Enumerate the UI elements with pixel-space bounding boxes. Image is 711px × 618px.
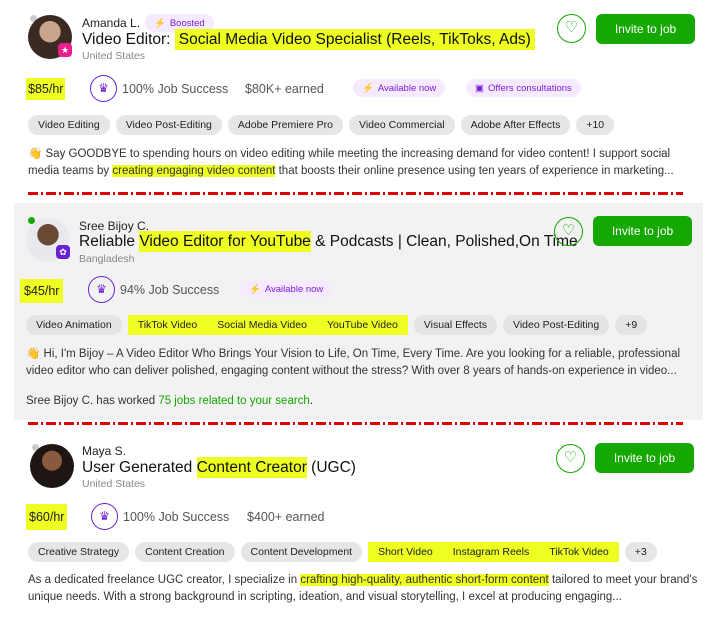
invite-to-job-button[interactable]: Invite to job <box>595 443 694 473</box>
skill-tag[interactable]: Creative Strategy <box>28 542 130 562</box>
crown-icon: ♛ <box>91 503 118 530</box>
freelancer-title[interactable]: Reliable Video Editor for YouTube & Podc… <box>79 231 578 252</box>
available-now-badge: ⚡ Available now <box>240 280 333 298</box>
earned: $400+ earned <box>247 510 325 524</box>
crown-icon: ♛ <box>88 276 115 303</box>
skill-tag[interactable]: Visual Effects <box>413 315 498 335</box>
skill-tags: Video Editing Video Post-Editing Adobe P… <box>28 115 615 135</box>
related-jobs-link[interactable]: 75 jobs related to your search <box>158 395 310 407</box>
freelancer-card[interactable]: ★ Amanda L. ⚡ Boosted Video Editor: Socia… <box>0 0 711 195</box>
more-skills[interactable]: +9 <box>615 315 648 335</box>
description: 👋 Hi, I'm Bijoy – A Video Editor Who Bri… <box>26 348 681 377</box>
hourly-rate: $60/hr <box>26 504 68 530</box>
related-jobs-note: Sree Bijoy C. has worked 75 jobs related… <box>26 395 314 407</box>
earned: $80K+ earned <box>245 82 324 96</box>
freelancer-title[interactable]: Video Editor: Social Media Video Special… <box>82 29 535 50</box>
freelancer-name[interactable]: Maya S. <box>82 444 126 458</box>
consultations-badge: ▣ Offers consultations <box>466 79 581 97</box>
top-rated-badge-icon: ✿ <box>56 245 70 259</box>
invite-to-job-button[interactable]: Invite to job <box>596 14 695 44</box>
freelancer-card[interactable]: Maya S. User Generated Content Creator (… <box>0 430 711 618</box>
skill-tags: Creative Strategy Content Creation Conte… <box>28 542 657 562</box>
top-rated-badge-icon: ★ <box>58 43 72 57</box>
skill-tag[interactable]: Video Editing <box>28 115 110 135</box>
skill-tag[interactable]: Video Post-Editing <box>503 315 610 335</box>
lightning-icon: ⚡ <box>249 283 261 295</box>
skill-tag[interactable]: Video Post-Editing <box>115 115 222 135</box>
divider <box>28 422 683 425</box>
job-success: 100% Job Success <box>122 82 229 96</box>
skill-tag[interactable]: Short Video <box>368 542 443 562</box>
video-icon: ▣ <box>475 82 484 94</box>
skill-tag[interactable]: Instagram Reels <box>442 542 540 562</box>
available-now-badge: ⚡ Available now <box>353 79 446 97</box>
invite-to-job-button[interactable]: Invite to job <box>593 216 692 246</box>
skill-tag[interactable]: Content Development <box>240 542 363 562</box>
avatar[interactable] <box>30 444 74 488</box>
more-skills[interactable]: +10 <box>576 115 615 135</box>
skill-tag[interactable]: Video Commercial <box>349 115 455 135</box>
freelancer-title[interactable]: User Generated Content Creator (UGC) <box>82 457 356 478</box>
skill-tag[interactable]: Video Animation <box>26 315 122 335</box>
skill-tag[interactable]: Social Media Video <box>207 315 317 335</box>
country: Bangladesh <box>79 253 135 265</box>
skill-tags: Video Animation TikTok Video Social Medi… <box>26 315 648 335</box>
skill-tag[interactable]: Content Creation <box>135 542 235 562</box>
more-skills[interactable]: +3 <box>624 542 657 562</box>
skill-tag[interactable]: Adobe After Effects <box>460 115 571 135</box>
country: United States <box>82 478 146 490</box>
job-success: 100% Job Success <box>123 510 230 524</box>
lightning-icon: ⚡ <box>362 82 374 94</box>
description: As a dedicated freelance UGC creator, I … <box>28 574 698 603</box>
skill-tag[interactable]: Adobe Premiere Pro <box>227 115 344 135</box>
save-heart-button[interactable]: ♡ <box>554 217 583 246</box>
job-success: 94% Job Success <box>120 283 220 297</box>
crown-icon: ♛ <box>90 75 117 102</box>
freelancer-name[interactable]: Amanda L. <box>82 16 140 30</box>
skill-tag[interactable]: TikTok Video <box>127 315 208 335</box>
hourly-rate: $45/hr <box>20 279 64 303</box>
skill-tag[interactable]: TikTok Video <box>539 542 619 562</box>
divider <box>28 192 683 195</box>
hourly-rate: $85/hr <box>26 78 66 100</box>
skill-tag[interactable]: YouTube Video <box>316 315 408 335</box>
description: 👋 Say GOODBYE to spending hours on video… <box>28 148 674 177</box>
lightning-icon: ⚡ <box>154 17 166 29</box>
save-heart-button[interactable]: ♡ <box>557 14 586 43</box>
freelancer-card[interactable]: ✿ Sree Bijoy C. Reliable Video Editor fo… <box>14 203 703 420</box>
save-heart-button[interactable]: ♡ <box>556 444 585 473</box>
country: United States <box>82 50 146 62</box>
